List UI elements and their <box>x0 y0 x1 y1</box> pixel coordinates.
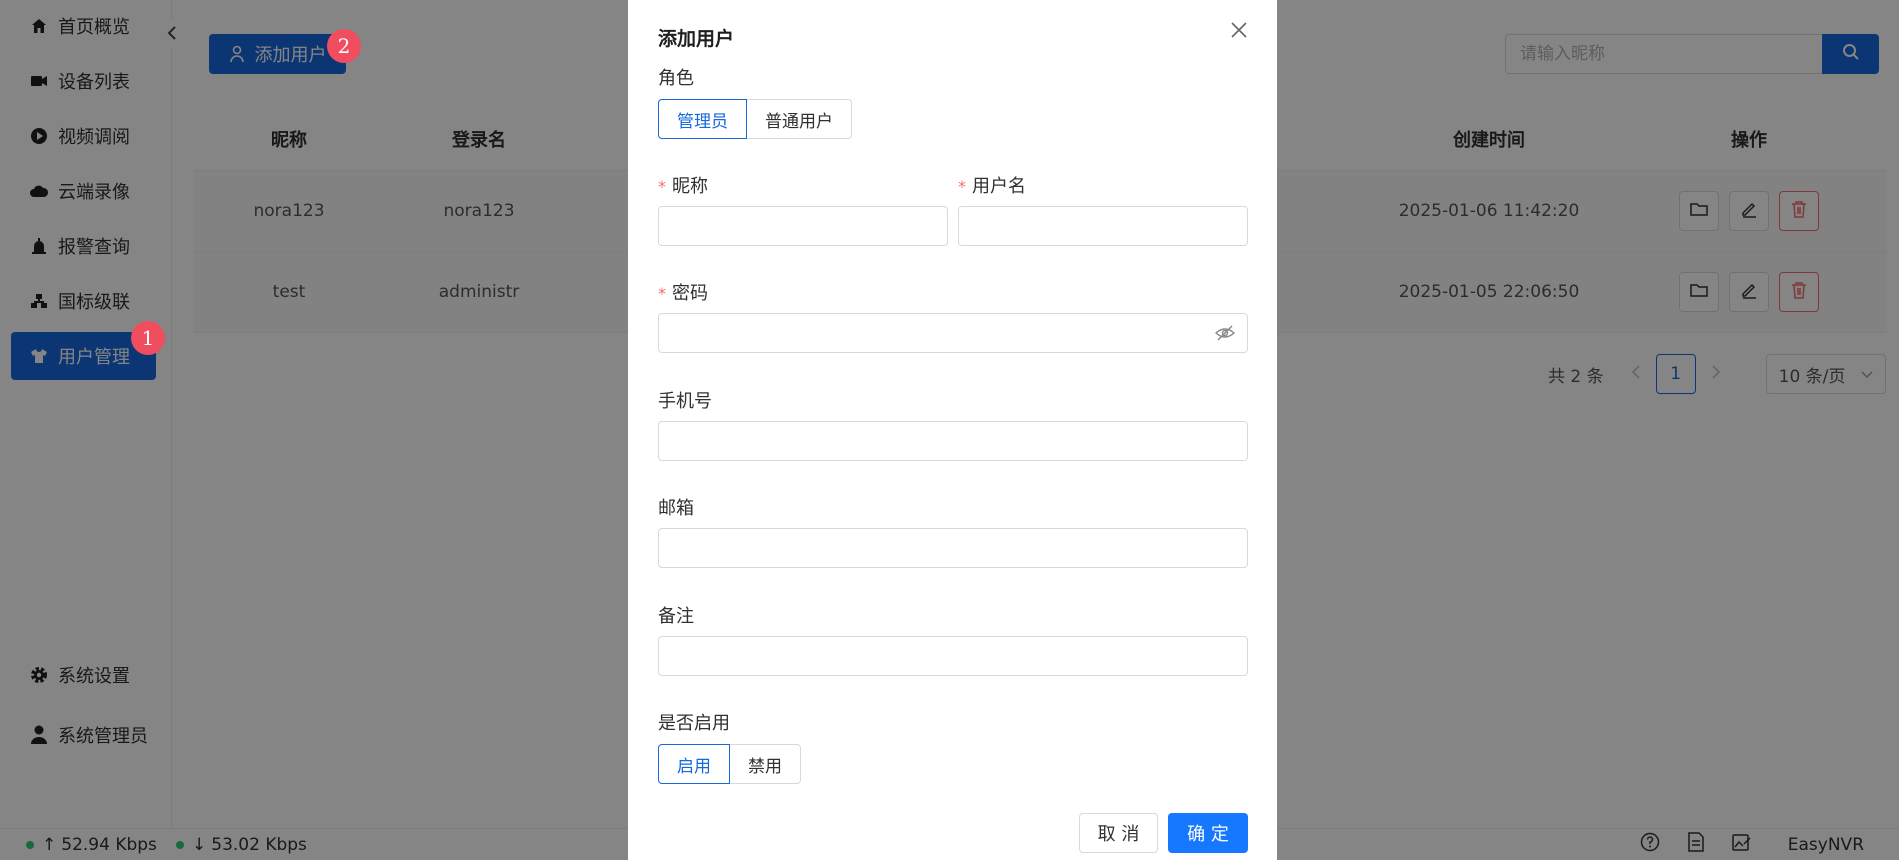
username-label-text: 用户名 <box>972 176 1026 197</box>
username-label: * 用户名 <box>958 172 1026 198</box>
password-label: * 密码 <box>658 279 708 305</box>
cancel-button[interactable]: 取 消 <box>1079 813 1158 853</box>
username-input[interactable] <box>958 206 1248 246</box>
email-label: 邮箱 <box>658 498 694 519</box>
step-badge-1: 1 <box>131 321 165 355</box>
role-option-user[interactable]: 普通用户 <box>747 99 852 139</box>
confirm-button[interactable]: 确 定 <box>1168 813 1248 853</box>
nickname-label: * 昵称 <box>658 172 708 198</box>
required-mark: * <box>658 284 666 303</box>
enabled-option-off[interactable]: 禁用 <box>730 744 801 784</box>
enabled-radio-group: 启用 禁用 <box>658 744 801 784</box>
phone-label: 手机号 <box>658 391 712 412</box>
required-mark: * <box>958 177 966 196</box>
role-label: 角色 <box>658 68 694 89</box>
dialog-title: 添加用户 <box>658 28 735 50</box>
role-radio-group: 管理员 普通用户 <box>658 99 852 139</box>
email-input[interactable] <box>658 528 1248 568</box>
step-badge-2: 2 <box>327 29 361 63</box>
close-icon <box>1230 21 1248 44</box>
remark-input[interactable] <box>658 636 1248 676</box>
eye-hidden-icon[interactable] <box>1214 324 1236 347</box>
add-user-dialog: 添加用户 角色 管理员 普通用户 * 昵称 * 用户名 * 密码 手机号 邮箱 备注 … <box>628 0 1277 860</box>
required-mark: * <box>658 177 666 196</box>
phone-input[interactable] <box>658 421 1248 461</box>
enabled-option-on[interactable]: 启用 <box>658 744 730 784</box>
nickname-label-text: 昵称 <box>672 176 708 197</box>
close-button[interactable] <box>1225 18 1253 46</box>
password-field[interactable] <box>658 313 1248 353</box>
enabled-label: 是否启用 <box>658 713 730 734</box>
role-option-admin[interactable]: 管理员 <box>658 99 747 139</box>
password-label-text: 密码 <box>672 283 708 304</box>
remark-label: 备注 <box>658 606 694 627</box>
nickname-input[interactable] <box>658 206 948 246</box>
